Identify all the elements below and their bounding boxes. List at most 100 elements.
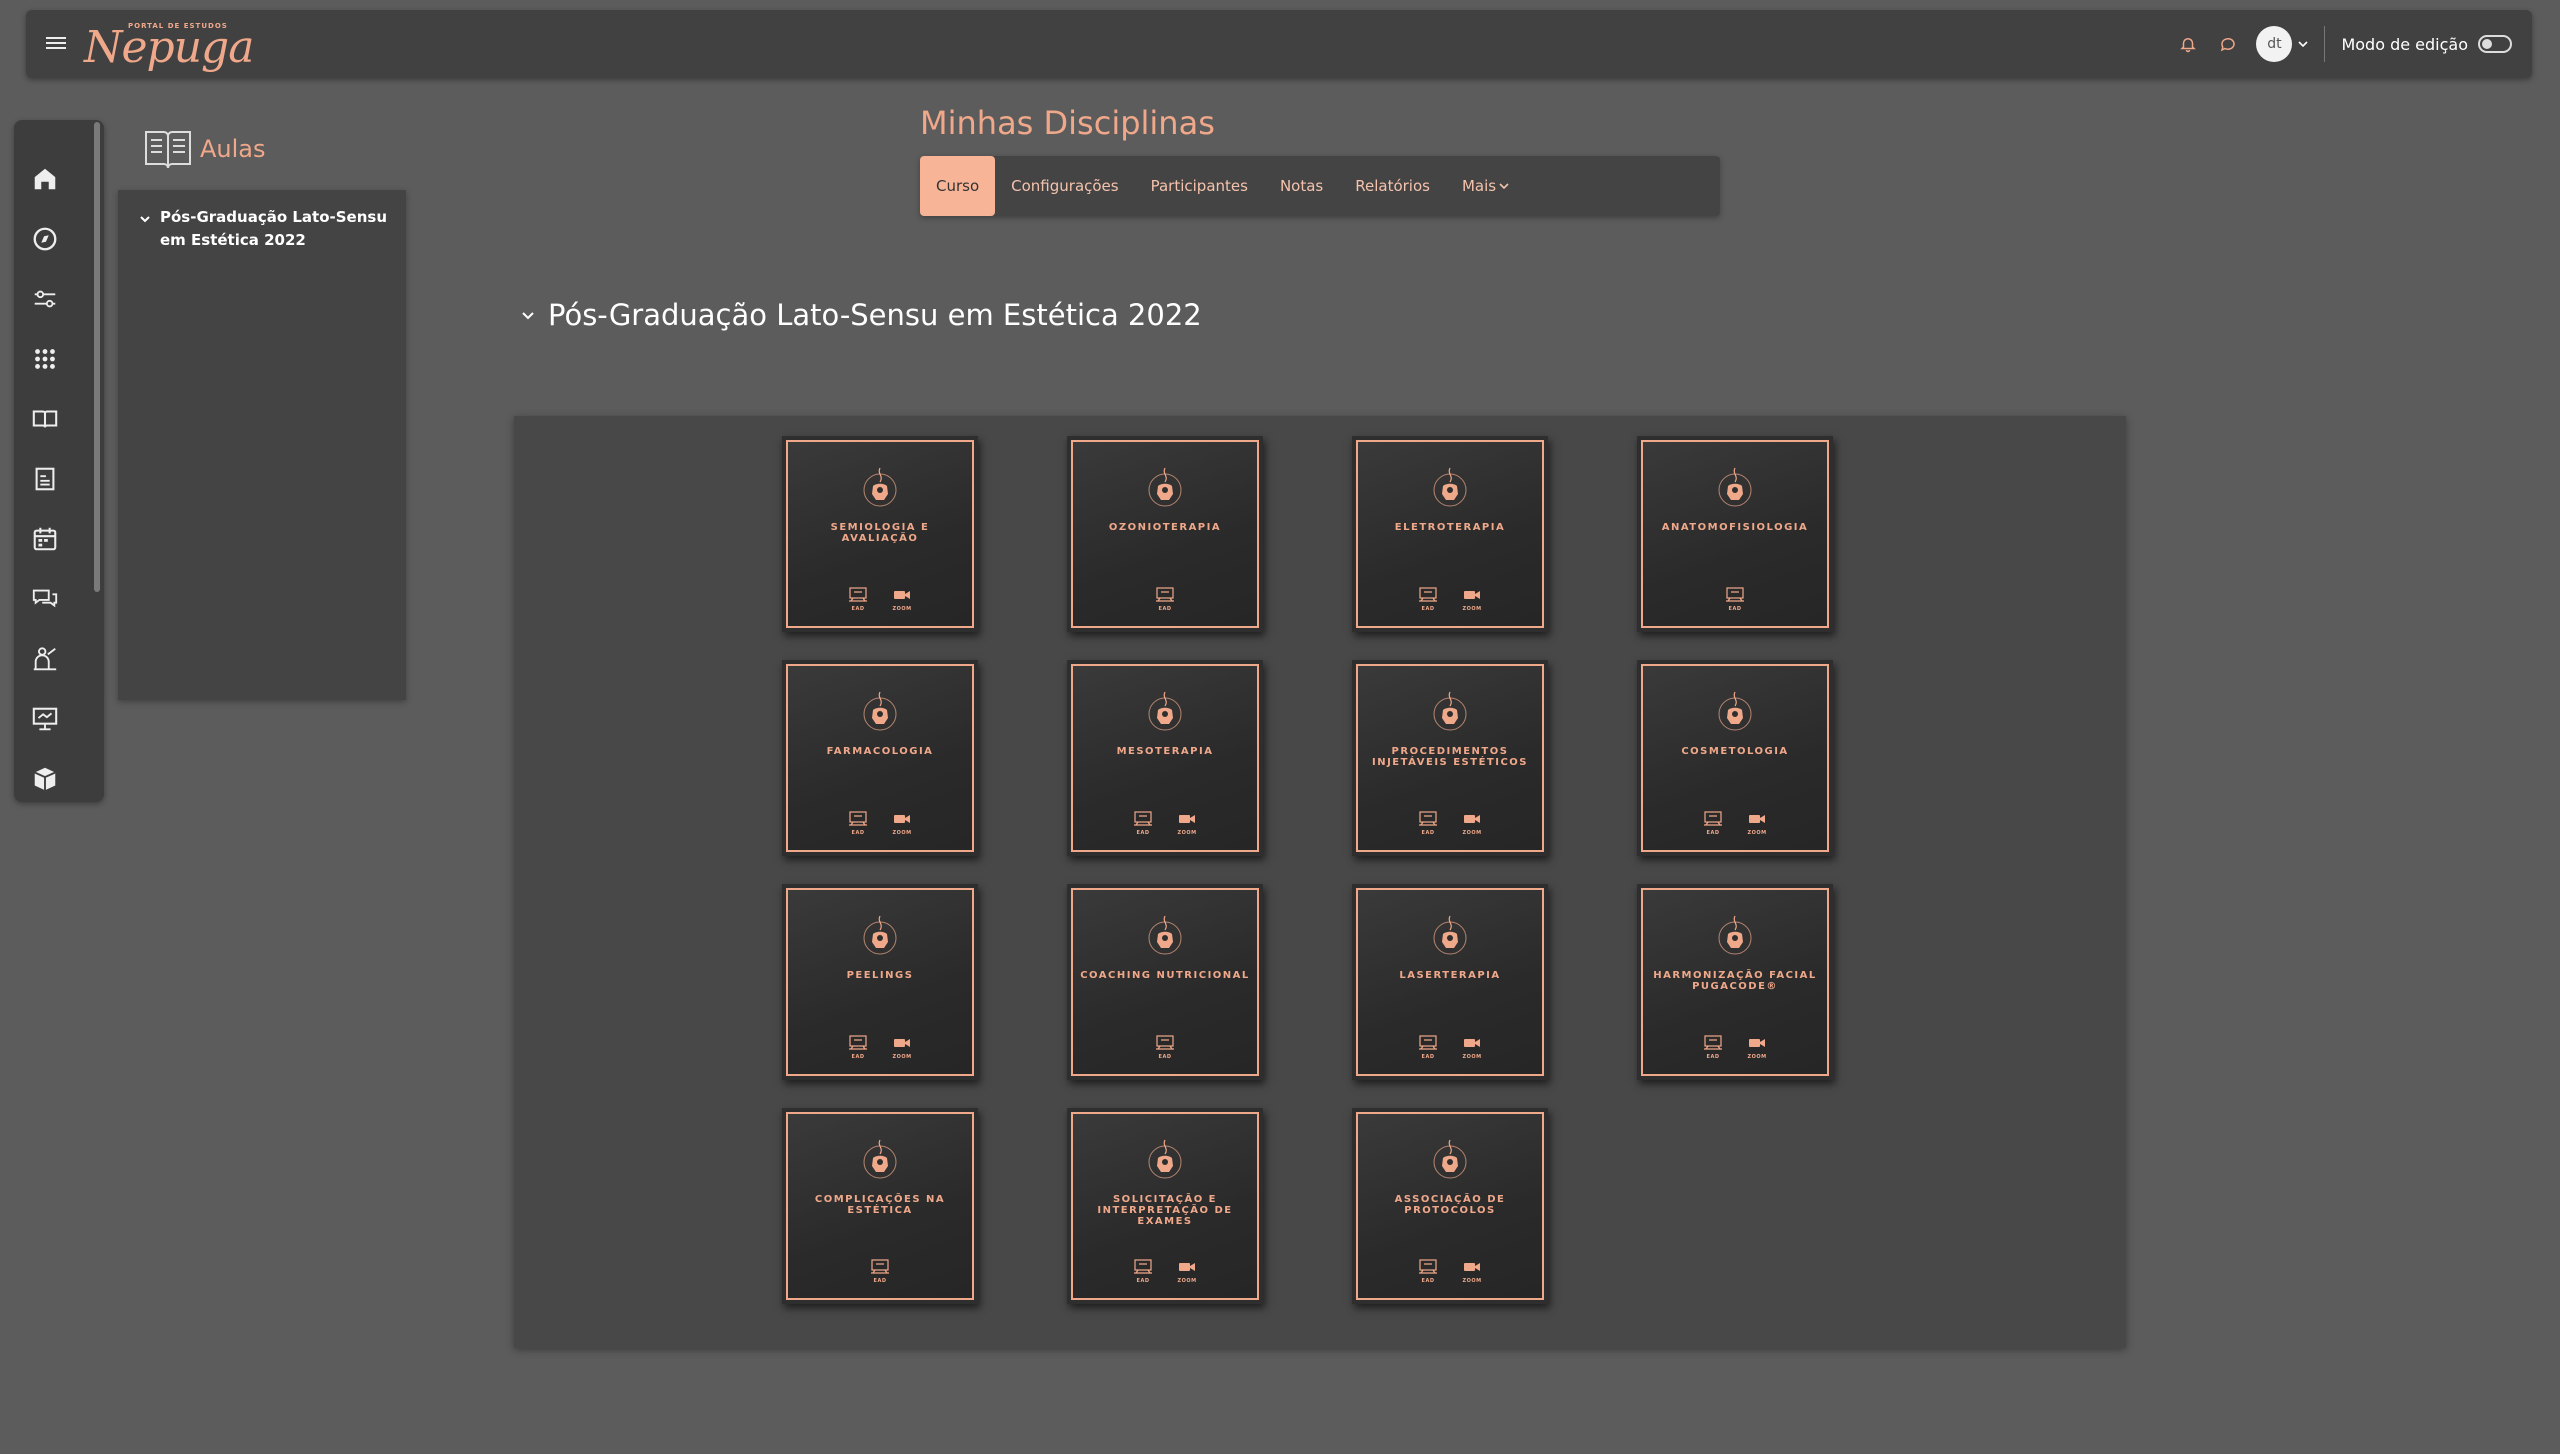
course-index-item[interactable]: Pós-Graduação Lato-Sensu em Estética 202… <box>138 206 388 252</box>
ead-computer-icon[interactable]: EAD <box>848 587 868 612</box>
chevron-down-icon[interactable] <box>138 212 152 226</box>
notifications-bell-icon[interactable] <box>2176 32 2200 56</box>
zoom-video-icon[interactable]: ZOOM <box>1462 1259 1482 1284</box>
course-card-title: Laserterapia <box>1399 970 1501 981</box>
course-card-title: Cosmetologia <box>1681 746 1789 757</box>
badge-label: EAD <box>851 606 865 612</box>
badge-label: ZOOM <box>1462 606 1482 612</box>
zoom-video-icon[interactable]: ZOOM <box>1177 811 1197 836</box>
course-card-title: Mesoterapia <box>1116 746 1214 757</box>
course-card[interactable]: Semiologia e Avaliação EAD ZOOM <box>782 436 978 632</box>
course-card[interactable]: Mesoterapia EAD ZOOM <box>1067 660 1263 856</box>
ead-computer-icon[interactable]: EAD <box>1703 1035 1723 1060</box>
sliders-icon[interactable] <box>30 284 60 314</box>
compass-icon[interactable] <box>30 224 60 254</box>
chat-icon[interactable] <box>30 584 60 614</box>
badge-label: EAD <box>1421 830 1435 836</box>
course-tabs: Curso Configurações Participantes Notas … <box>920 156 1720 216</box>
badge-label: ZOOM <box>1462 1278 1482 1284</box>
box-icon[interactable] <box>30 764 60 794</box>
ead-computer-icon[interactable]: EAD <box>870 1259 890 1284</box>
course-card[interactable]: Eletroterapia EAD ZOOM <box>1352 436 1548 632</box>
course-card-title: Coaching Nutricional <box>1080 970 1250 981</box>
badge-label: EAD <box>1421 1278 1435 1284</box>
teacher-icon[interactable] <box>30 644 60 674</box>
zoom-video-icon[interactable]: ZOOM <box>1462 811 1482 836</box>
ead-computer-icon[interactable]: EAD <box>848 811 868 836</box>
course-card[interactable]: Associação de Protocolos EAD ZOOM <box>1352 1108 1548 1304</box>
ead-computer-icon[interactable]: EAD <box>848 1035 868 1060</box>
course-card-title: Anatomofisiologia <box>1661 522 1809 533</box>
home-icon[interactable] <box>30 164 60 194</box>
badge-label: EAD <box>1706 830 1720 836</box>
zoom-video-icon[interactable]: ZOOM <box>892 811 912 836</box>
course-card[interactable]: Laserterapia EAD ZOOM <box>1352 884 1548 1080</box>
course-card[interactable]: Procedimentos Injetáveis Estéticos EAD ZOO… <box>1352 660 1548 856</box>
tab-configuracoes[interactable]: Configurações <box>995 156 1134 216</box>
course-card[interactable]: Complicações na Estética EAD <box>782 1108 978 1304</box>
presentation-icon[interactable] <box>30 704 60 734</box>
tab-notas[interactable]: Notas <box>1264 156 1339 216</box>
divider <box>2324 26 2326 62</box>
emblem-icon <box>863 467 897 507</box>
ead-computer-icon[interactable]: EAD <box>1133 811 1153 836</box>
site-logo[interactable]: PORTAL DE ESTUDOS Nepuga <box>84 18 254 73</box>
menu-toggle-icon[interactable] <box>46 34 66 52</box>
ead-computer-icon[interactable]: EAD <box>1133 1259 1153 1284</box>
tab-mais[interactable]: Mais <box>1446 156 1525 216</box>
badge-label: ZOOM <box>892 606 912 612</box>
badge-label: ZOOM <box>1462 1054 1482 1060</box>
emblem-icon <box>1433 1139 1467 1179</box>
chevron-down-icon[interactable] <box>520 307 536 323</box>
course-card-title: Solicitação e Interpretação de Exames <box>1097 1194 1233 1227</box>
zoom-video-icon[interactable]: ZOOM <box>1462 1035 1482 1060</box>
rail-scrollbar[interactable] <box>94 122 100 592</box>
zoom-video-icon[interactable]: ZOOM <box>892 1035 912 1060</box>
top-navbar: PORTAL DE ESTUDOS Nepuga dt Modo de ediç… <box>26 10 2532 78</box>
ead-computer-icon[interactable]: EAD <box>1725 587 1745 612</box>
badge-label: ZOOM <box>1747 1054 1767 1060</box>
course-card[interactable]: Peelings EAD ZOOM <box>782 884 978 1080</box>
emblem-icon <box>863 1139 897 1179</box>
ead-computer-icon[interactable]: EAD <box>1418 1259 1438 1284</box>
ead-computer-icon[interactable]: EAD <box>1418 1035 1438 1060</box>
zoom-video-icon[interactable]: ZOOM <box>1747 811 1767 836</box>
messages-chat-icon[interactable] <box>2216 32 2240 56</box>
zoom-video-icon[interactable]: ZOOM <box>892 587 912 612</box>
course-card[interactable]: Ozonioterapia EAD <box>1067 436 1263 632</box>
tab-relatorios[interactable]: Relatórios <box>1339 156 1446 216</box>
user-menu[interactable]: dt <box>2256 26 2309 62</box>
badge-label: ZOOM <box>1177 1278 1197 1284</box>
course-card[interactable]: Solicitação e Interpretação de Exames EAD… <box>1067 1108 1263 1304</box>
ead-computer-icon[interactable]: EAD <box>1155 587 1175 612</box>
course-card[interactable]: Anatomofisiologia EAD <box>1637 436 1833 632</box>
zoom-video-icon[interactable]: ZOOM <box>1177 1259 1197 1284</box>
calendar-icon[interactable] <box>30 524 60 554</box>
course-cards-panel: Semiologia e Avaliação EAD ZOOM Ozonioterap… <box>514 416 2126 1348</box>
apps-grid-icon[interactable] <box>30 344 60 374</box>
course-card[interactable]: Farmacologia EAD ZOOM <box>782 660 978 856</box>
page-title: Minhas Disciplinas <box>920 104 1215 142</box>
course-card[interactable]: Harmonização Facial Pugacode® EAD ZOOM <box>1637 884 1833 1080</box>
left-icon-rail <box>14 120 104 802</box>
badge-label: EAD <box>1728 606 1742 612</box>
zoom-video-icon[interactable]: ZOOM <box>1462 587 1482 612</box>
chevron-down-icon <box>2298 41 2309 48</box>
ead-computer-icon[interactable]: EAD <box>1418 811 1438 836</box>
edit-mode-toggle[interactable] <box>2478 35 2512 53</box>
grades-doc-icon[interactable] <box>30 464 60 494</box>
ead-computer-icon[interactable]: EAD <box>1418 587 1438 612</box>
ead-computer-icon[interactable]: EAD <box>1155 1035 1175 1060</box>
badge-label: ZOOM <box>1177 830 1197 836</box>
course-card[interactable]: Coaching Nutricional EAD <box>1067 884 1263 1080</box>
tab-curso[interactable]: Curso <box>920 156 996 216</box>
section-header[interactable]: Pós-Graduação Lato-Sensu em Estética 202… <box>520 298 1202 332</box>
course-card[interactable]: Cosmetologia EAD ZOOM <box>1637 660 1833 856</box>
emblem-icon <box>863 691 897 731</box>
zoom-video-icon[interactable]: ZOOM <box>1747 1035 1767 1060</box>
emblem-icon <box>1718 691 1752 731</box>
book-icon[interactable] <box>30 404 60 434</box>
ead-computer-icon[interactable]: EAD <box>1703 811 1723 836</box>
emblem-icon <box>1148 1139 1182 1179</box>
tab-participantes[interactable]: Participantes <box>1135 156 1264 216</box>
